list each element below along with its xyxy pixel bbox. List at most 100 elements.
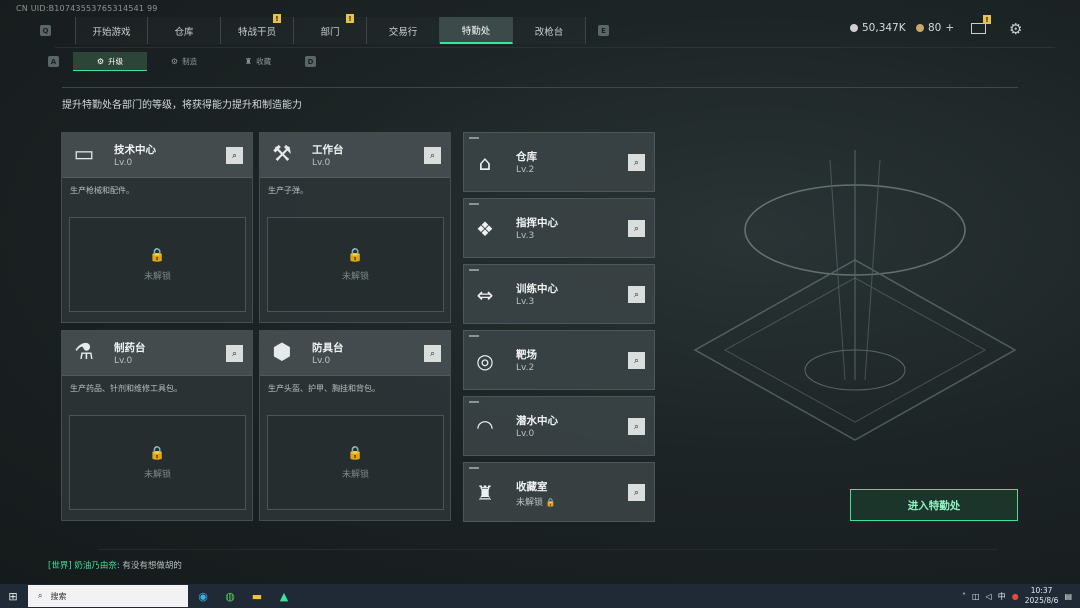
card-level: Lv.3 xyxy=(516,231,535,241)
card-title: 防具台 xyxy=(312,342,344,354)
card-level: Lv.0 xyxy=(312,356,331,366)
edge-icon[interactable]: ◉ xyxy=(191,584,215,608)
tools-icon: ⚒ xyxy=(272,142,292,167)
card-collection-room[interactable]: ♜ 收藏室 未解锁 🔒 ⌕ xyxy=(463,462,655,522)
add-gold-button[interactable]: + xyxy=(945,22,954,34)
tab-start-game[interactable]: 开始游戏 xyxy=(75,17,148,44)
tab-warehouse[interactable]: 仓库 xyxy=(148,17,221,44)
input-method-icon[interactable]: ● xyxy=(1012,592,1019,601)
subtab-craft[interactable]: ⚙ 制造 xyxy=(147,52,221,71)
locked-label: 未解锁 xyxy=(341,271,369,282)
search-icon[interactable]: ⌕ xyxy=(628,220,645,237)
search-icon[interactable]: ⌕ xyxy=(424,345,441,362)
card-level: Lv.0 xyxy=(114,158,133,168)
notification-icon[interactable]: ▤ xyxy=(1064,592,1072,601)
search-icon[interactable]: ⌕ xyxy=(628,484,645,501)
card-description: 生产子弹。 xyxy=(268,186,308,195)
file-explorer-icon[interactable]: ▬ xyxy=(245,584,269,608)
tab-trading[interactable]: 交易行 xyxy=(367,17,440,44)
volume-icon[interactable]: ◁ xyxy=(986,592,992,601)
card-workbench[interactable]: ⚒ 工作台 Lv.0 ⌕ 生产子弹。 🔒 未解锁 xyxy=(259,132,451,323)
card-training-center[interactable]: ⇔ 训练中心 Lv.3 ⌕ xyxy=(463,264,655,324)
card-command-center[interactable]: ❖ 指挥中心 Lv.3 ⌕ xyxy=(463,198,655,258)
locked-area: 🔒 未解锁 xyxy=(267,415,444,510)
search-icon[interactable]: ⌕ xyxy=(628,286,645,303)
base-wireframe-illustration xyxy=(693,150,1017,441)
card-marker xyxy=(469,137,479,139)
ime-indicator[interactable]: 中 xyxy=(998,591,1006,602)
chat-channel: [世界] xyxy=(48,561,72,571)
chat-line[interactable]: [世界] 奶油乃由奈: 有没有想做胡的 xyxy=(48,559,182,571)
locked-area: 🔒 未解锁 xyxy=(69,217,246,312)
subtab-collection[interactable]: ♜ 收藏 xyxy=(221,52,295,71)
chat-user[interactable]: 奶油乃由奈 xyxy=(74,561,117,571)
warehouse-icon: ⌂ xyxy=(478,151,492,175)
card-shooting-range[interactable]: ◎ 靶场 Lv.2 ⌕ xyxy=(463,330,655,390)
lock-icon: 🔒 xyxy=(347,445,364,461)
card-diving-center[interactable]: ◠ 潜水中心 Lv.0 ⌕ xyxy=(463,396,655,456)
clock[interactable]: 10:37 2025/8/6 xyxy=(1025,586,1059,606)
gold-amount: 80 xyxy=(928,22,942,34)
search-icon[interactable]: ⌕ xyxy=(424,147,441,164)
main-nav: Q 开始游戏 仓库 特战干员! 部门! 交易行 特勤处 改枪台 E xyxy=(40,14,609,44)
computer-icon: ▭ xyxy=(73,142,95,167)
card-title: 仓库 xyxy=(516,151,537,163)
notification-flag: ! xyxy=(983,15,991,24)
card-warehouse[interactable]: ⌂ 仓库 Lv.2 ⌕ xyxy=(463,132,655,192)
lock-icon: 🔒 xyxy=(347,247,364,263)
card-title: 收藏室 xyxy=(516,481,548,493)
wechat-icon[interactable]: ◍ xyxy=(218,584,242,608)
lock-icon: 🔒 xyxy=(545,498,556,507)
subtab-label: 升级 xyxy=(108,56,124,66)
tab-label: 部门 xyxy=(320,26,340,38)
game-app-icon[interactable]: ▲ xyxy=(272,584,296,608)
search-icon[interactable]: ⌕ xyxy=(628,352,645,369)
locked-label: 未解锁 xyxy=(143,271,171,282)
tab-label: 特勤处 xyxy=(461,25,491,37)
divider xyxy=(55,47,1055,48)
page-description: 提升特勤处各部门的等级，将获得能力提升和制造能力 xyxy=(62,100,302,111)
search-icon[interactable]: ⌕ xyxy=(628,418,645,435)
card-title: 训练中心 xyxy=(516,283,558,295)
craft-icon: ⚙ xyxy=(170,57,179,66)
player-uid: CN UID:B10743553765314541 99 xyxy=(16,4,158,13)
tab-special-ops[interactable]: 特勤处 xyxy=(440,17,513,44)
card-title: 潜水中心 xyxy=(516,415,558,427)
card-header: ⚗ 制药台 Lv.0 ⌕ xyxy=(62,331,252,376)
card-pharmacy[interactable]: ⚗ 制药台 Lv.0 ⌕ 生产药品、针剂和维修工具包。 🔒 未解锁 xyxy=(61,330,253,521)
divider xyxy=(62,87,1018,88)
upgrade-icon: ⚙ xyxy=(96,56,105,66)
network-icon[interactable]: ◫ xyxy=(972,592,980,601)
card-level: Lv.2 xyxy=(516,165,535,175)
card-level: 未解锁 🔒 xyxy=(516,495,556,508)
search-icon[interactable]: ⌕ xyxy=(226,345,243,362)
windows-start-icon[interactable]: ⊞ xyxy=(0,584,26,608)
sub-nav: A ⚙ 升级 ⚙ 制造 ♜ 收藏 D xyxy=(48,52,316,71)
chevron-up-icon[interactable]: ˄ xyxy=(962,592,966,601)
target-icon: ◎ xyxy=(476,349,494,373)
card-level: Lv.2 xyxy=(516,363,535,373)
tab-departments[interactable]: 部门! xyxy=(294,14,367,44)
taskbar-search[interactable]: ⌕ 搜索 xyxy=(28,585,188,607)
silver-coin-icon xyxy=(850,24,858,32)
search-icon[interactable]: ⌕ xyxy=(226,147,243,164)
card-level: Lv.0 xyxy=(312,158,331,168)
subtab-upgrade[interactable]: ⚙ 升级 xyxy=(73,52,147,71)
game-window: CN UID:B10743553765314541 99 Q 开始游戏 仓库 特… xyxy=(0,0,1080,584)
key-hint-a: A xyxy=(48,56,59,67)
mail-icon[interactable]: ! xyxy=(971,15,991,34)
card-header: ⬢ 防具台 Lv.0 ⌕ xyxy=(260,331,450,376)
card-armor-bench[interactable]: ⬢ 防具台 Lv.0 ⌕ 生产头盔、护甲、胸挂和背包。 🔒 未解锁 xyxy=(259,330,451,521)
tab-gunsmith[interactable]: 改枪台 xyxy=(513,17,586,44)
microscope-icon: ⚗ xyxy=(74,340,94,365)
card-tech-center[interactable]: ▭ 技术中心 Lv.0 ⌕ 生产枪械和配件。 🔒 未解锁 xyxy=(61,132,253,323)
tab-operators[interactable]: 特战干员! xyxy=(221,14,294,44)
windows-taskbar: ⊞ ⌕ 搜索 ◉ ◍ ▬ ▲ ˄ ◫ ◁ 中 ● 10:37 2025/8/6 … xyxy=(0,584,1080,608)
search-icon[interactable]: ⌕ xyxy=(628,154,645,171)
chat-message: : 有没有想做胡的 xyxy=(116,561,182,571)
gear-icon[interactable]: ⚙ xyxy=(1009,20,1022,38)
gold-currency[interactable]: 80 + xyxy=(916,22,954,34)
enter-special-ops-button[interactable]: 进入特勤处 xyxy=(850,489,1018,521)
card-level: Lv.0 xyxy=(114,356,133,366)
clock-time: 10:37 xyxy=(1030,586,1053,595)
